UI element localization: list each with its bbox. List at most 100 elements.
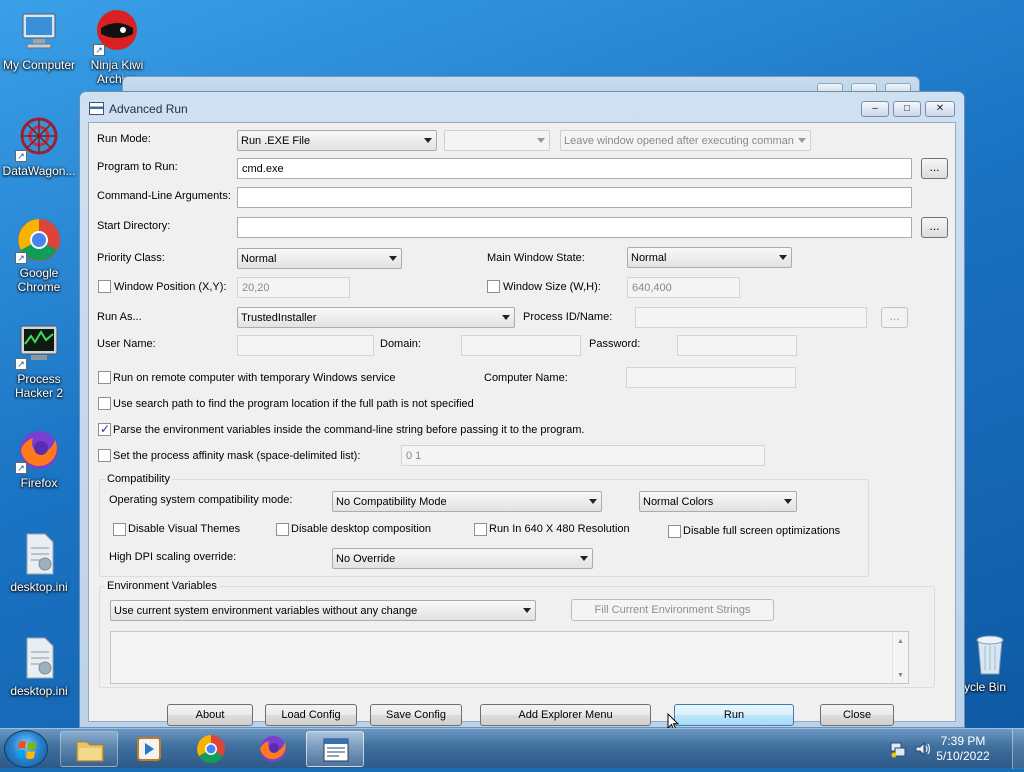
- desktop-icon-label: Google Chrome: [17, 266, 61, 294]
- run-mode-label: Run Mode:: [97, 133, 151, 145]
- run-mode-select[interactable]: Run .EXE File: [237, 130, 437, 151]
- run-button[interactable]: Run: [674, 704, 794, 726]
- taskbar-firefox[interactable]: [244, 731, 302, 767]
- scroll-down-icon[interactable]: ▼: [897, 672, 904, 679]
- shortcut-arrow-icon: ↗: [93, 44, 105, 56]
- system-clock[interactable]: 7:39 PM 5/10/2022: [928, 734, 998, 764]
- close-window-button[interactable]: ✕: [925, 101, 955, 117]
- scroll-up-icon[interactable]: ▲: [897, 638, 904, 645]
- shortcut-arrow-icon: ↗: [15, 462, 27, 474]
- window-position-checkbox[interactable]: [98, 280, 111, 293]
- disable-themes-label: Disable Visual Themes: [128, 523, 241, 535]
- taskbar-media-player[interactable]: [120, 731, 178, 767]
- priority-label: Priority Class:: [97, 252, 165, 264]
- start-button[interactable]: [4, 730, 48, 768]
- password-label: Password:: [589, 338, 641, 350]
- disable-themes-checkbox[interactable]: [113, 523, 126, 536]
- network-icon[interactable]: [889, 740, 907, 758]
- chevron-down-icon: [589, 499, 597, 504]
- disable-composition-label: Disable desktop composition: [291, 523, 432, 535]
- chrome-icon: ↗: [15, 216, 63, 264]
- desktop-icon-google-chrome[interactable]: ↗ Google Chrome: [0, 216, 78, 294]
- priority-value: Normal: [241, 253, 277, 265]
- env-strings-textarea[interactable]: ▲ ▼: [110, 631, 909, 684]
- save-config-button[interactable]: Save Config: [370, 704, 462, 726]
- colors-select[interactable]: Normal Colors: [639, 491, 797, 512]
- run-as-select[interactable]: TrustedInstaller: [237, 307, 515, 328]
- show-desktop-button[interactable]: [1012, 729, 1024, 769]
- chrome-icon: [197, 735, 225, 763]
- recycle-bin-icon: [966, 630, 1014, 678]
- browse-process-button[interactable]: ...: [881, 307, 908, 328]
- remote-computer-label: Run on remote computer with temporary Wi…: [113, 372, 396, 384]
- desktop-icon-my-computer[interactable]: My Computer: [0, 8, 78, 72]
- load-config-button[interactable]: Load Config: [265, 704, 357, 726]
- window-size-label: Window Size (W,H):: [503, 281, 601, 293]
- desktop-icon-datawagon[interactable]: ↗ DataWagon...: [0, 114, 78, 178]
- affinity-input[interactable]: 0 1: [401, 445, 765, 466]
- computer-name-input[interactable]: [626, 367, 796, 388]
- title-bar[interactable]: Advanced Run ‒ □ ✕: [80, 92, 964, 122]
- process-id-input[interactable]: [635, 307, 867, 328]
- desktop-icon-desktop-ini-2[interactable]: desktop.ini: [0, 634, 78, 698]
- taskbar-advanced-run[interactable]: [306, 731, 364, 767]
- desktop-icon-desktop-ini-1[interactable]: desktop.ini: [0, 530, 78, 594]
- dpi-value: No Override: [336, 553, 396, 565]
- computer-name-label: Computer Name:: [484, 372, 568, 384]
- search-path-checkbox[interactable]: [98, 397, 111, 410]
- add-explorer-menu-button[interactable]: Add Explorer Menu: [480, 704, 651, 726]
- fill-env-button[interactable]: Fill Current Environment Strings: [571, 599, 774, 621]
- start-dir-input[interactable]: [237, 217, 912, 238]
- desktop-icon-label: Process Hacker 2: [14, 372, 64, 400]
- program-input[interactable]: cmd.exe: [237, 158, 912, 179]
- desktop-icon-firefox[interactable]: ↗ Firefox: [0, 426, 78, 490]
- desktop-icon-ninja-kiwi[interactable]: ↗ Ninja Kiwi Archive: [78, 8, 156, 86]
- user-name-input[interactable]: [237, 335, 374, 356]
- mouse-cursor-icon: [667, 713, 679, 728]
- dpi-select[interactable]: No Override: [332, 548, 593, 569]
- advanced-run-window: Advanced Run ‒ □ ✕ Run Mode: Run .EXE Fi…: [79, 91, 965, 728]
- minimize-button[interactable]: ‒: [861, 101, 889, 117]
- close-button[interactable]: Close: [820, 704, 894, 726]
- taskbar-chrome[interactable]: [182, 731, 240, 767]
- disable-fullscreen-checkbox[interactable]: [668, 525, 681, 538]
- password-input[interactable]: [677, 335, 797, 356]
- os-compat-label: Operating system compatibility mode:: [109, 494, 293, 506]
- window-size-input[interactable]: 640,400: [627, 277, 740, 298]
- parse-env-checkbox[interactable]: [98, 422, 111, 436]
- run-as-label: Run As...: [97, 311, 142, 323]
- chevron-down-icon: [779, 255, 787, 260]
- env-scrollbar[interactable]: ▲ ▼: [892, 632, 908, 683]
- os-compat-select[interactable]: No Compatibility Mode: [332, 491, 602, 512]
- taskbar-explorer[interactable]: [60, 731, 118, 767]
- domain-input[interactable]: [461, 335, 581, 356]
- window-position-input[interactable]: 20,20: [237, 277, 350, 298]
- main-window-state-select[interactable]: Normal: [627, 247, 792, 268]
- run-640-label: Run In 640 X 480 Resolution: [489, 523, 630, 535]
- priority-select[interactable]: Normal: [237, 248, 402, 269]
- env-mode-value: Use current system environment variables…: [114, 605, 418, 617]
- after-exec-select[interactable]: Leave window opened after executing comm…: [560, 130, 811, 151]
- about-button[interactable]: About: [167, 704, 253, 726]
- window-size-checkbox[interactable]: [487, 280, 500, 293]
- chevron-down-icon: [523, 608, 531, 613]
- window-position-label: Window Position (X,Y):: [114, 281, 227, 293]
- run-640-checkbox[interactable]: [474, 523, 487, 536]
- env-mode-select[interactable]: Use current system environment variables…: [110, 600, 536, 621]
- affinity-checkbox[interactable]: [98, 449, 111, 462]
- clock-date: 5/10/2022: [936, 749, 990, 763]
- args-input[interactable]: [237, 187, 912, 208]
- ninja-kiwi-icon: ↗: [93, 8, 141, 56]
- chevron-down-icon: [424, 138, 432, 143]
- environment-title: Environment Variables: [105, 580, 219, 592]
- main-window-state-label: Main Window State:: [487, 252, 585, 264]
- desktop-icon-process-hacker[interactable]: ↗ Process Hacker 2: [0, 322, 78, 400]
- browse-program-button[interactable]: ...: [921, 158, 948, 179]
- disable-composition-checkbox[interactable]: [276, 523, 289, 536]
- chevron-down-icon: [502, 315, 510, 320]
- remote-computer-checkbox[interactable]: [98, 371, 111, 384]
- run-mode-secondary-select[interactable]: [444, 130, 550, 151]
- browse-start-dir-button[interactable]: ...: [921, 217, 948, 238]
- maximize-button[interactable]: □: [893, 101, 921, 117]
- search-path-label: Use search path to find the program loca…: [113, 398, 474, 410]
